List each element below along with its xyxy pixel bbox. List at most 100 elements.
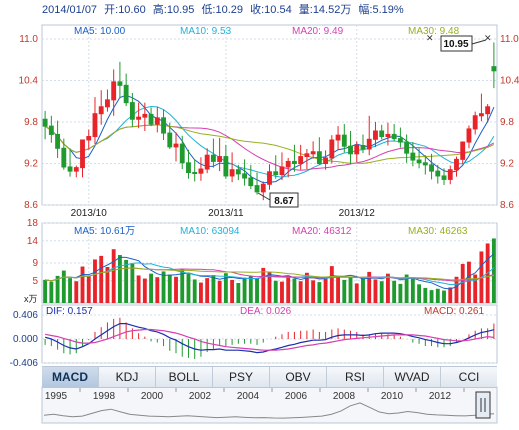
candle-body: [441, 175, 447, 180]
volume-unit: x万: [24, 294, 38, 304]
quote-header: 2014/01/07 开:10.60 高:10.95 低:10.29 收:10.…: [42, 2, 404, 16]
tab-cci[interactable]: CCI: [441, 367, 497, 387]
price-xticks: 2013/10 2013/11 2013/12: [71, 208, 376, 219]
candle-body: [186, 162, 191, 173]
volume-bar: [435, 288, 440, 303]
tab-kdj[interactable]: KDJ: [99, 367, 156, 387]
volume-bar: [130, 263, 135, 303]
candle-body: [335, 134, 341, 141]
high-marker-x1: ✕: [426, 33, 434, 43]
candle-body: [229, 169, 235, 177]
candle-body: [323, 157, 329, 164]
macd-ytick: 0.406: [13, 310, 38, 321]
volume-bar: [192, 279, 197, 303]
candle-body: [491, 66, 497, 72]
price-xtick: 2013/12: [339, 208, 376, 219]
volume-bar: [161, 271, 166, 303]
volume-bar: [93, 259, 97, 303]
candle-body: [379, 130, 385, 138]
candle-body: [142, 113, 148, 118]
candle-body: [472, 115, 478, 130]
candle-body: [385, 133, 391, 138]
volume-bar: [354, 283, 359, 303]
candle-body: [454, 158, 459, 171]
volume-bar: [124, 259, 129, 303]
volume-bar: [167, 274, 172, 303]
volume-bar: [311, 280, 316, 303]
tab-rsi[interactable]: RSI: [327, 367, 384, 387]
volume-bar: [80, 266, 85, 303]
overview-handle-body[interactable]: [475, 391, 491, 419]
volume-bar: [174, 276, 178, 303]
price-ytick-right: 11.0: [500, 34, 519, 45]
volume-ytick: 18: [27, 218, 39, 229]
tab-boll[interactable]: BOLL: [156, 367, 213, 387]
candle-body: [154, 117, 160, 125]
volume-ytick: 14: [27, 236, 39, 247]
volume-bar: [242, 277, 247, 303]
candle-body: [422, 162, 428, 166]
volume-bar: [217, 280, 222, 303]
candle-body: [304, 153, 310, 158]
volume-bar: [429, 290, 434, 303]
overview-year: 1995: [45, 391, 68, 402]
overview-handle[interactable]: [475, 391, 491, 419]
overview-year: 1998: [93, 391, 116, 402]
candle-body: [129, 102, 135, 120]
volume-bar: [136, 275, 141, 303]
candle-body: [161, 117, 166, 134]
volume-bar: [61, 270, 66, 303]
macd-yticks: 0.406 0.000 -0.406: [10, 310, 39, 369]
candle-body: [354, 145, 360, 155]
volume-bar: [417, 284, 422, 303]
volume-bar: [379, 281, 384, 303]
tab-psy[interactable]: PSY: [213, 367, 270, 387]
volume-bar: [255, 279, 259, 303]
volume-bar: [142, 278, 147, 303]
overview-year: 2006: [285, 391, 308, 402]
candle-body: [254, 185, 260, 193]
volume-bar: [361, 278, 365, 303]
candle-body: [210, 154, 216, 162]
volume-bar: [236, 283, 241, 303]
candle-body: [73, 167, 79, 172]
candle-body: [148, 113, 154, 125]
volume-bar: [211, 275, 216, 303]
ma20-label: MA20: 9.49: [292, 26, 344, 37]
candle-body: [204, 154, 210, 170]
price-ytick-left: 9.2: [24, 159, 38, 170]
vol-ma30-label: MA30: 46263: [408, 226, 468, 237]
price-ytick-right: 9.8: [500, 117, 514, 128]
candle-body: [316, 151, 322, 165]
volume-bar: [460, 263, 465, 303]
candle-body: [429, 164, 434, 172]
candle-body: [267, 171, 272, 185]
volume-bar: [111, 249, 116, 303]
candle-body: [179, 143, 185, 164]
volume-bar: [68, 278, 72, 303]
candle-body: [366, 138, 372, 150]
candle-body: [173, 143, 179, 148]
volume-bar: [317, 282, 322, 303]
volume-bar: [261, 267, 266, 303]
price-ytick-left: 11.0: [19, 34, 38, 45]
tab-obv[interactable]: OBV: [270, 367, 327, 387]
candle-body: [466, 128, 472, 143]
low-marker-value: 8.67: [274, 196, 294, 207]
volume-yticks: 18 14 9 5 x万: [24, 218, 38, 304]
volume-ytick: 5: [32, 276, 38, 287]
volume-bar: [342, 279, 347, 303]
candle-body: [291, 160, 297, 165]
candle-body: [329, 139, 335, 159]
tab-wvad[interactable]: WVAD: [384, 367, 441, 387]
candle-body: [298, 156, 304, 164]
candle-body: [435, 170, 441, 177]
change-label: 幅:: [358, 3, 372, 16]
volume-bar: [230, 279, 235, 303]
volume-bar: [280, 281, 284, 303]
candle-body: [460, 141, 466, 160]
tab-macd[interactable]: MACD: [42, 367, 99, 387]
candle-body: [80, 139, 85, 169]
candle-body: [117, 81, 123, 86]
close-label: 收:: [250, 2, 264, 16]
